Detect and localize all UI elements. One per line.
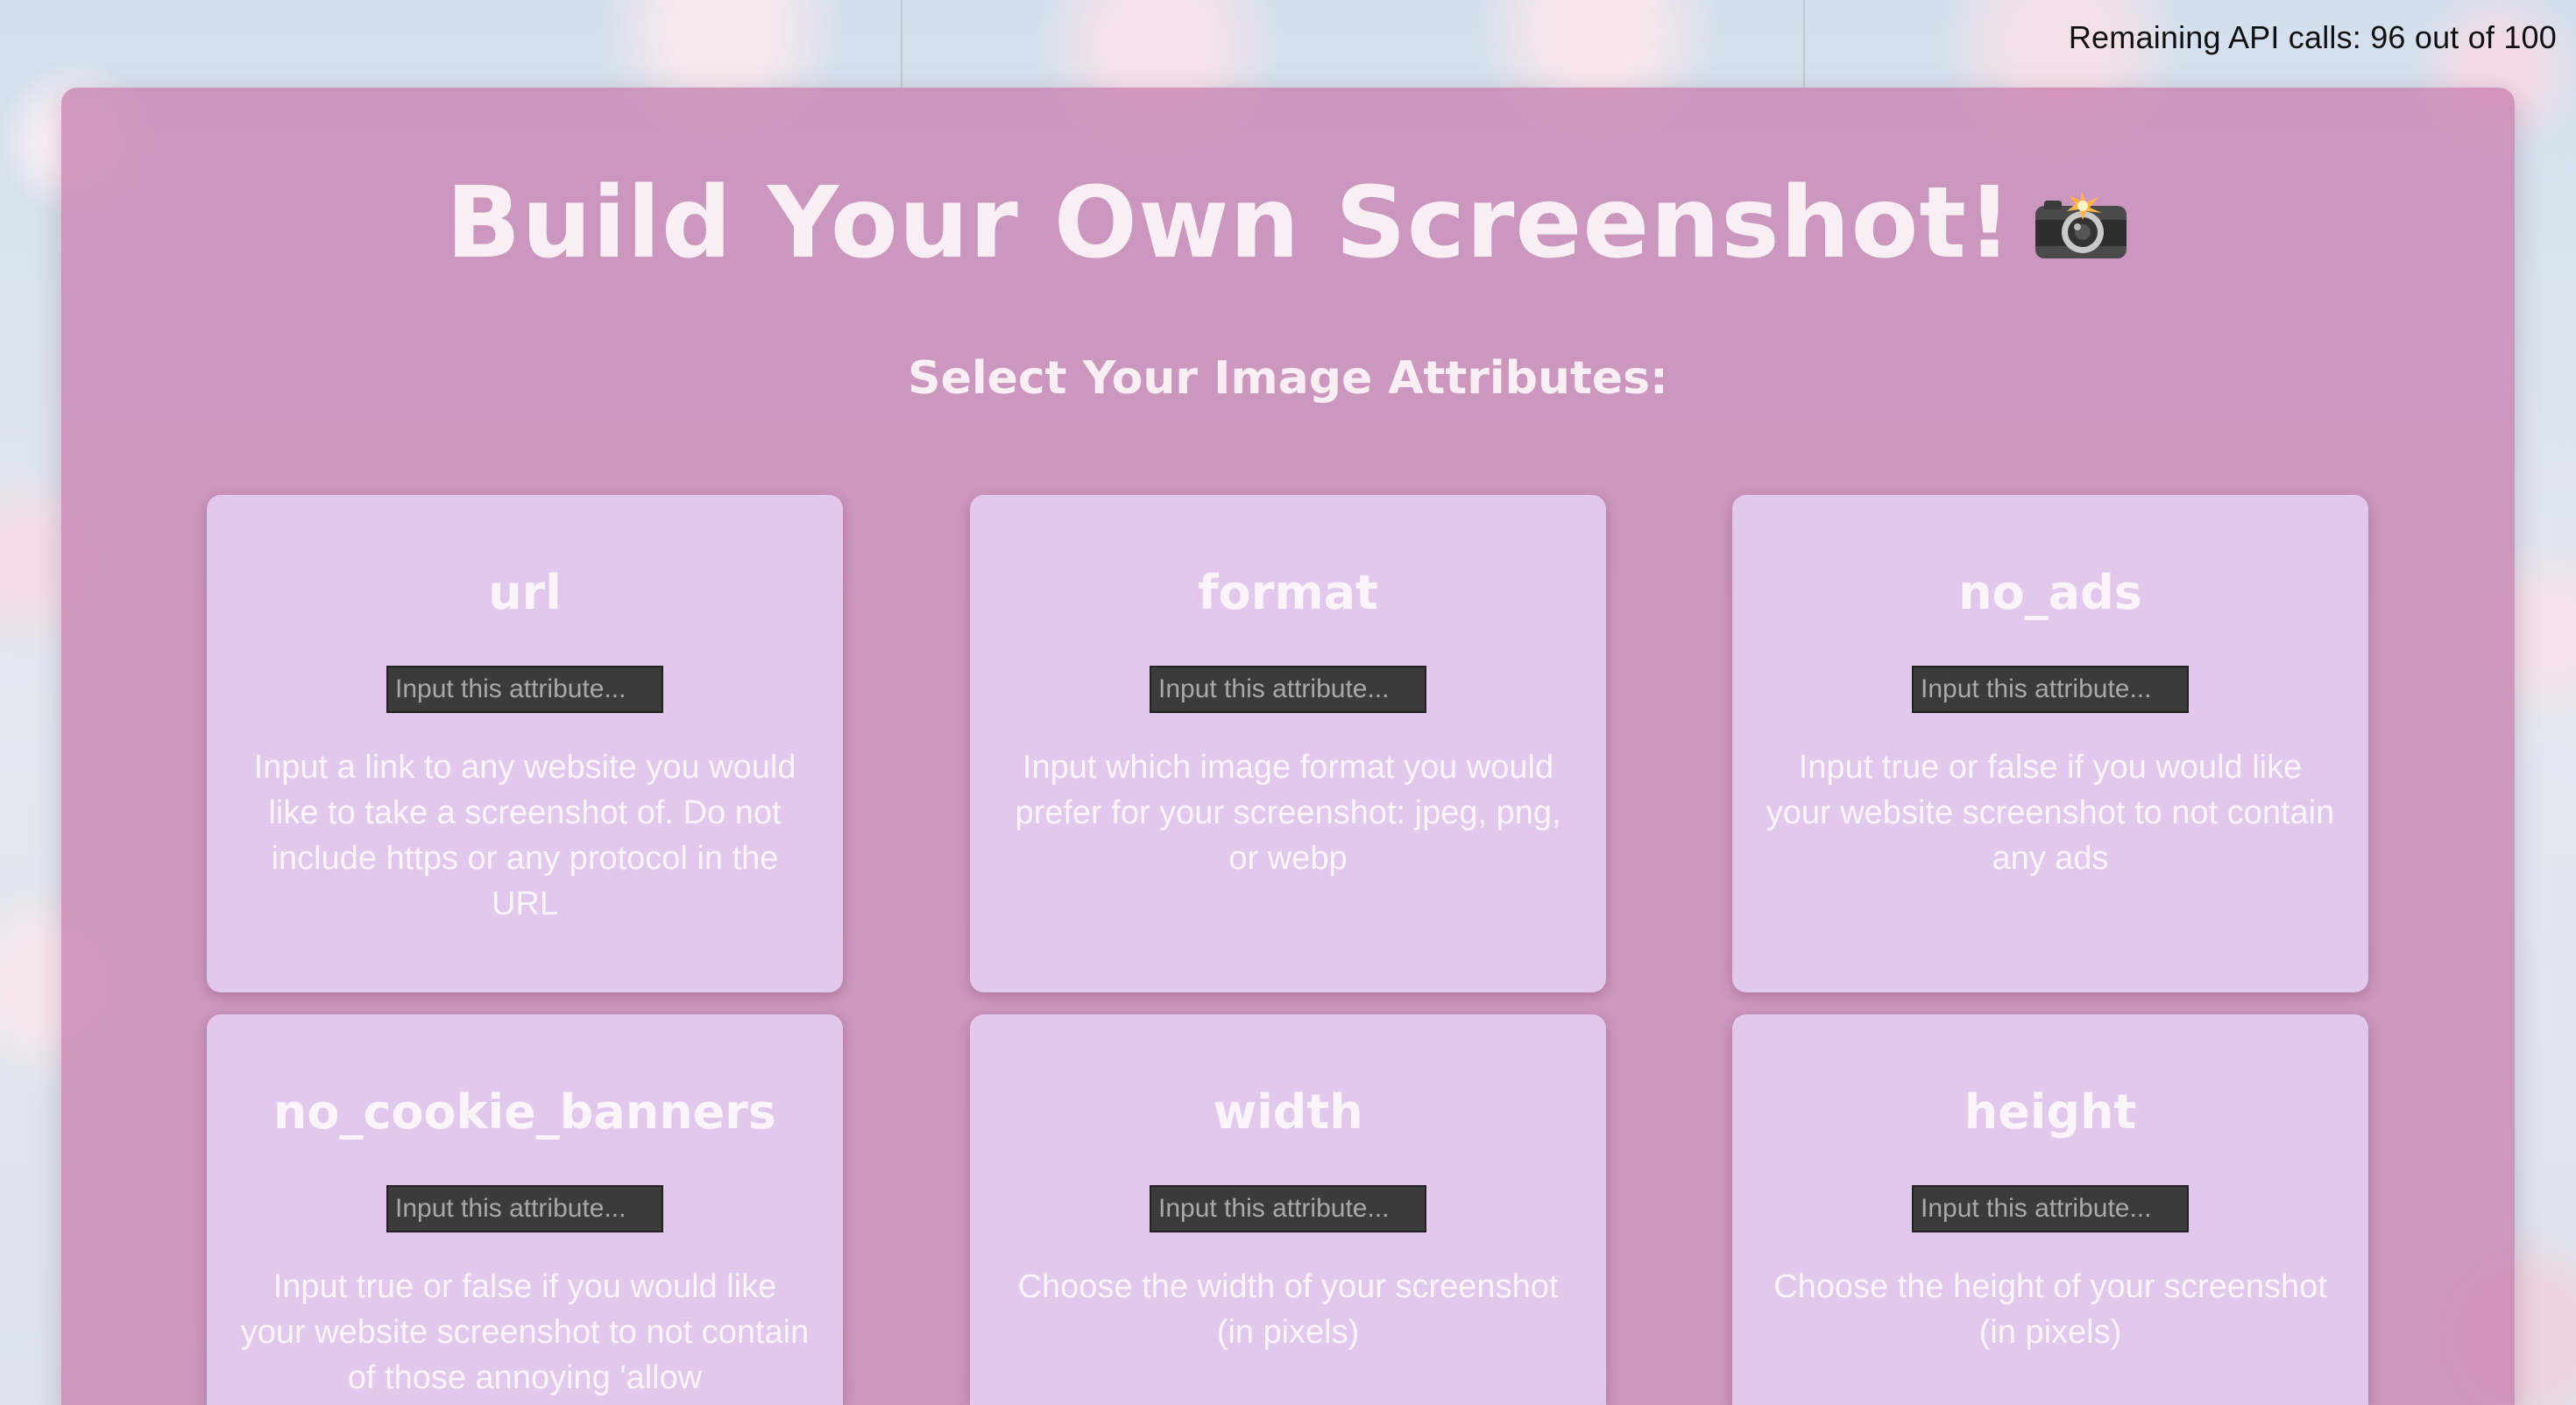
card-description: Input which image format you would prefe… xyxy=(1015,749,1561,877)
no-cookie-banners-input[interactable] xyxy=(386,1185,663,1232)
attribute-card-no-ads: no_ads Input true or false if you would … xyxy=(1732,495,2368,992)
card-title: width xyxy=(1213,1084,1363,1140)
api-calls-counter: Remaining API calls: 96 out of 100 xyxy=(2068,19,2557,55)
card-description: Input true or false if you would like yo… xyxy=(1766,749,2335,877)
card-title: format xyxy=(1198,565,1378,620)
card-title: no_cookie_banners xyxy=(272,1084,777,1140)
attribute-card-height: height Choose the height of your screens… xyxy=(1732,1014,2368,1405)
width-input[interactable] xyxy=(1150,1185,1426,1232)
attribute-card-format: format Input which image format you woul… xyxy=(970,495,1606,992)
card-description: Input a link to any website you would li… xyxy=(253,749,796,922)
format-input[interactable] xyxy=(1150,666,1426,713)
card-title: no_ads xyxy=(1958,565,2142,620)
card-description: Choose the width of your screenshot (in … xyxy=(1017,1268,1559,1351)
card-description: Input true or false if you would like yo… xyxy=(240,1268,810,1396)
section-subtitle: Select Your Image Attributes: xyxy=(908,352,1668,405)
background-tile-divider xyxy=(1803,0,1805,88)
attribute-card-url: url Input a link to any website you woul… xyxy=(207,495,843,992)
page-title-text: Build Your Own Screenshot! xyxy=(445,166,2013,280)
no-ads-input[interactable] xyxy=(1912,666,2189,713)
card-description: Choose the height of your screenshot (in… xyxy=(1773,1268,2327,1351)
page-title: Build Your Own Screenshot! xyxy=(0,166,2576,280)
background-tile-divider xyxy=(901,0,902,88)
camera-flash-icon xyxy=(2032,170,2130,258)
height-input[interactable] xyxy=(1912,1185,2189,1232)
attribute-card-width: width Choose the width of your screensho… xyxy=(970,1014,1606,1405)
attribute-card-no-cookie-banners: no_cookie_banners Input true or false if… xyxy=(207,1014,843,1405)
card-title: url xyxy=(488,565,562,620)
card-title: height xyxy=(1964,1084,2137,1140)
url-input[interactable] xyxy=(386,666,663,713)
